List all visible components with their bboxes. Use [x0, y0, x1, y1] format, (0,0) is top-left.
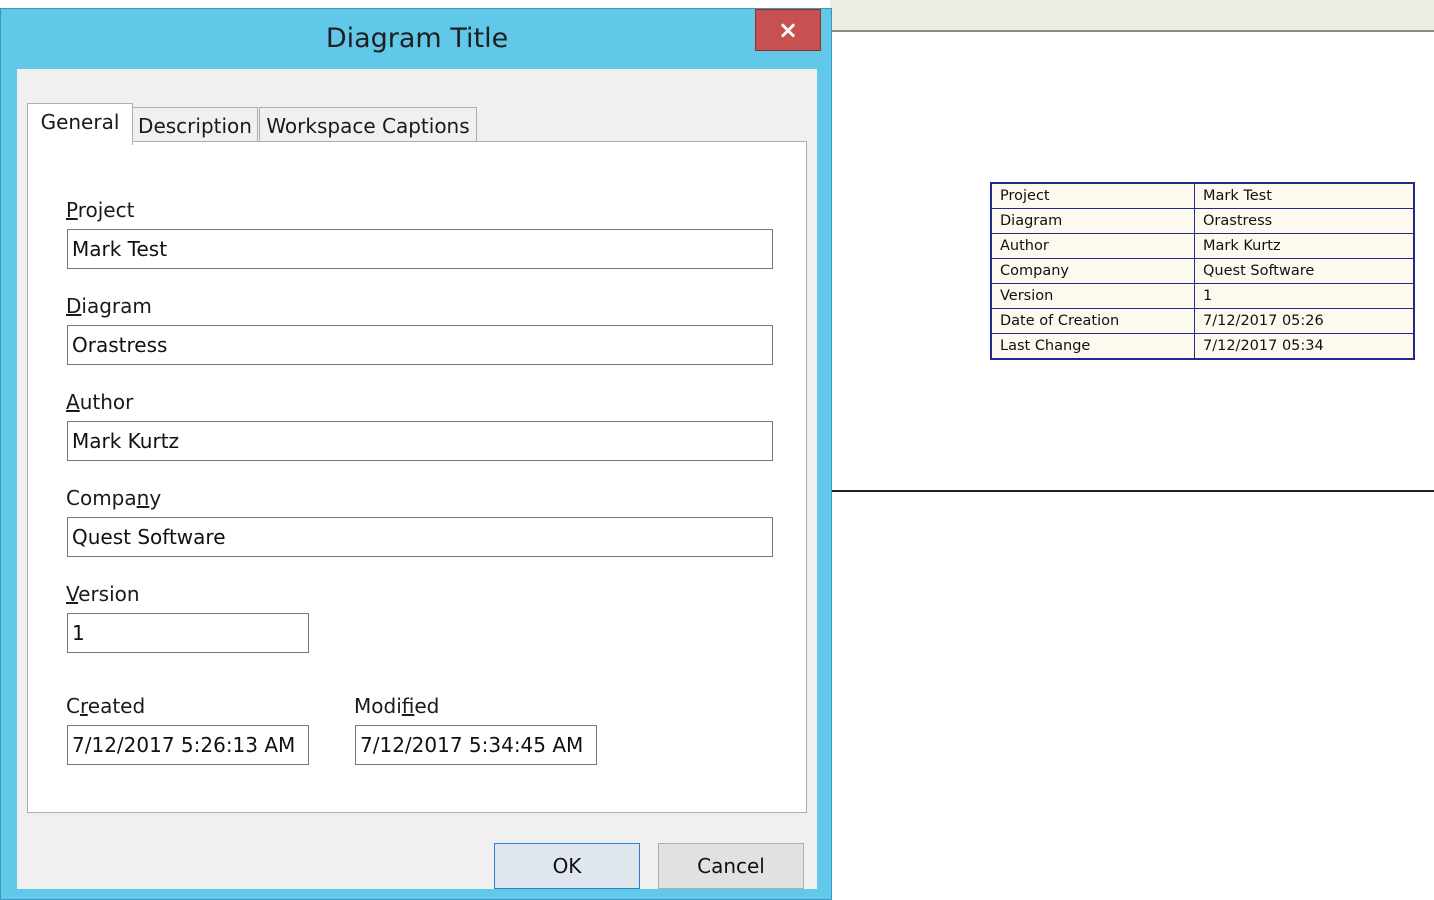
title-block-value: Mark Test: [1194, 182, 1415, 209]
label-text: eated: [87, 694, 146, 718]
table-row: Date of Creation 7/12/2017 05:26: [990, 308, 1415, 334]
close-button[interactable]: ×: [755, 9, 821, 51]
title-block-value: Quest Software: [1194, 258, 1415, 284]
author-input[interactable]: [67, 421, 773, 461]
label-text: uthor: [79, 390, 134, 414]
close-icon: ×: [777, 16, 799, 44]
label-accelerator: P: [66, 198, 78, 222]
label-text: iagram: [81, 294, 152, 318]
label-text: ersion: [78, 582, 140, 606]
dialog-title: Diagram Title: [325, 23, 509, 54]
title-block-key: Version: [990, 283, 1195, 309]
company-input[interactable]: [67, 517, 773, 557]
label-accelerator: r: [79, 694, 88, 718]
table-row: Project Mark Test: [990, 182, 1415, 209]
cancel-button[interactable]: Cancel: [658, 843, 804, 889]
created-label: Created: [66, 694, 145, 718]
title-block-value: Mark Kurtz: [1194, 233, 1415, 259]
version-input[interactable]: [67, 613, 309, 653]
label-text: Modi: [354, 694, 402, 718]
label-accelerator: f: [401, 694, 415, 718]
diagram-title-dialog: Diagram Title × General Description Work…: [0, 8, 832, 900]
label-accelerator: A: [66, 390, 80, 414]
label-text: ied: [414, 694, 440, 718]
label-accelerator: n: [136, 486, 150, 510]
title-block-key: Date of Creation: [990, 308, 1195, 334]
modified-label: Modified: [354, 694, 439, 718]
project-label: Project: [66, 198, 134, 222]
tab-general[interactable]: General: [27, 103, 133, 145]
title-block-key: Author: [990, 233, 1195, 259]
tab-description[interactable]: Description: [132, 107, 258, 143]
title-block-key: Diagram: [990, 208, 1195, 234]
dialog-client-area: General Description Workspace Captions P…: [17, 69, 817, 889]
label-accelerator: V: [66, 582, 79, 606]
author-label: Author: [66, 390, 133, 414]
general-tab-panel: Project Diagram Author Company Version C…: [27, 141, 807, 813]
title-block-value: 1: [1194, 283, 1415, 309]
table-row: Version 1: [990, 283, 1415, 309]
ok-button[interactable]: OK: [494, 843, 640, 889]
table-row: Company Quest Software: [990, 258, 1415, 284]
diagram-input[interactable]: [67, 325, 773, 365]
title-block-key: Company: [990, 258, 1195, 284]
tab-workspace-captions[interactable]: Workspace Captions: [259, 107, 477, 143]
modified-input[interactable]: [355, 725, 597, 765]
title-block-value: 7/12/2017 05:34: [1194, 333, 1415, 360]
created-input[interactable]: [67, 725, 309, 765]
label-text: Compa: [66, 486, 137, 510]
table-row: Last Change 7/12/2017 05:34: [990, 333, 1415, 360]
diagram-title-block[interactable]: Project Mark Test Diagram Orastress Author…: [990, 182, 1415, 360]
diagram-label: Diagram: [66, 294, 152, 318]
background-toolbar: [830, 0, 1434, 32]
version-label: Version: [66, 582, 140, 606]
table-row: Diagram Orastress: [990, 208, 1415, 234]
title-block-key: Last Change: [990, 333, 1195, 360]
page-break-line: [830, 490, 1434, 492]
title-block-value: Orastress: [1194, 208, 1415, 234]
project-input[interactable]: [67, 229, 773, 269]
label-text: C: [66, 694, 80, 718]
table-row: Author Mark Kurtz: [990, 233, 1415, 259]
company-label: Company: [66, 486, 161, 510]
label-accelerator: D: [66, 294, 82, 318]
title-block-value: 7/12/2017 05:26: [1194, 308, 1415, 334]
label-text: y: [149, 486, 162, 510]
title-block-key: Project: [990, 182, 1195, 209]
label-text: roject: [77, 198, 135, 222]
